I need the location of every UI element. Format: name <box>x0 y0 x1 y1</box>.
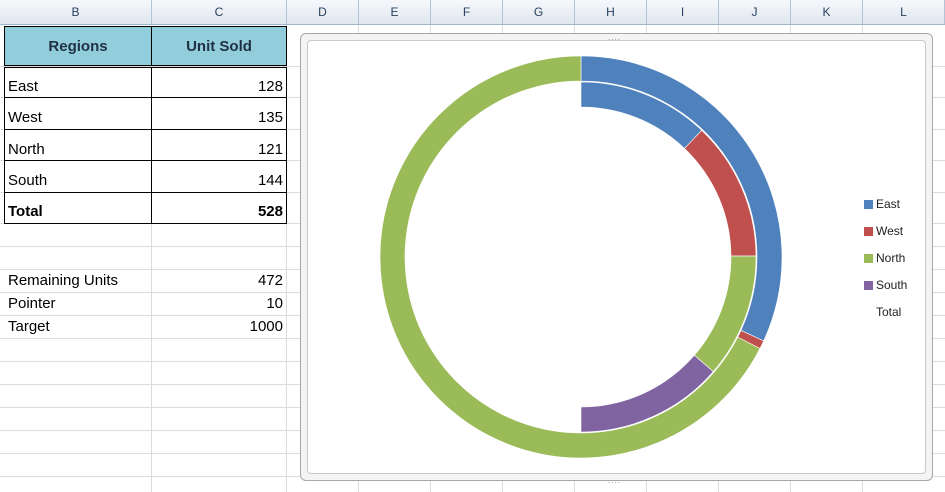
column-header-j[interactable]: J <box>719 0 791 24</box>
column-header-f[interactable]: F <box>431 0 503 24</box>
legend-item-north: North <box>864 250 905 266</box>
legend-label-west: West <box>876 224 904 238</box>
header-regions[interactable]: Regions <box>4 26 152 66</box>
legend-swatch-east <box>864 200 873 209</box>
legend-item-east: East <box>864 196 900 212</box>
legend-label-east: East <box>876 197 901 211</box>
cell-value-north[interactable]: 121 <box>152 139 286 161</box>
legend-item-west: West <box>864 223 903 239</box>
column-header-l[interactable]: L <box>863 0 945 24</box>
cell-total-label[interactable]: Total <box>5 201 151 223</box>
legend-item-south: South <box>864 277 907 293</box>
column-header-g[interactable]: G <box>503 0 575 24</box>
cell-value-south[interactable]: 144 <box>152 170 286 192</box>
column-header-c[interactable]: C <box>152 0 287 24</box>
legend-item-total: Total <box>864 304 901 320</box>
chart-resize-handle-bottom[interactable]: .... <box>608 476 621 485</box>
legend-swatch-west <box>864 227 873 236</box>
cell-pointer-value[interactable]: 10 <box>152 293 286 315</box>
cell-region-west[interactable]: West <box>5 107 151 129</box>
column-header-h[interactable]: H <box>575 0 647 24</box>
cell-value-east[interactable]: 128 <box>152 76 286 98</box>
column-header-b[interactable]: B <box>0 0 152 24</box>
cell-value-west[interactable]: 135 <box>152 107 286 129</box>
cell-remaining-units-label[interactable]: Remaining Units <box>5 270 151 292</box>
header-unit-sold[interactable]: Unit Sold <box>151 26 287 66</box>
column-header-e[interactable]: E <box>359 0 431 24</box>
chart-resize-handle-top[interactable]: .... <box>608 33 621 42</box>
cell-region-east[interactable]: East <box>5 76 151 98</box>
cell-pointer-label[interactable]: Pointer <box>5 293 151 315</box>
column-header-k[interactable]: K <box>791 0 863 24</box>
table-border <box>4 67 287 68</box>
cell-total-value[interactable]: 528 <box>152 201 286 223</box>
column-header-i[interactable]: I <box>647 0 719 24</box>
legend-swatch-south <box>864 281 873 290</box>
legend-label-south: South <box>876 278 908 292</box>
chart-area[interactable] <box>307 40 926 474</box>
column-header-d[interactable]: D <box>287 0 359 24</box>
cell-region-south[interactable]: South <box>5 170 151 192</box>
legend-swatch-total <box>864 308 873 317</box>
column-header-row: B C D E F G H I J K L <box>0 0 945 25</box>
legend-swatch-north <box>864 254 873 263</box>
cell-region-north[interactable]: North <box>5 139 151 161</box>
legend-label-total: Total <box>876 305 902 319</box>
legend-label-north: North <box>876 251 906 265</box>
cell-remaining-units-value[interactable]: 472 <box>152 270 286 292</box>
cell-target-label[interactable]: Target <box>5 316 151 338</box>
cell-target-value[interactable]: 1000 <box>152 316 286 338</box>
